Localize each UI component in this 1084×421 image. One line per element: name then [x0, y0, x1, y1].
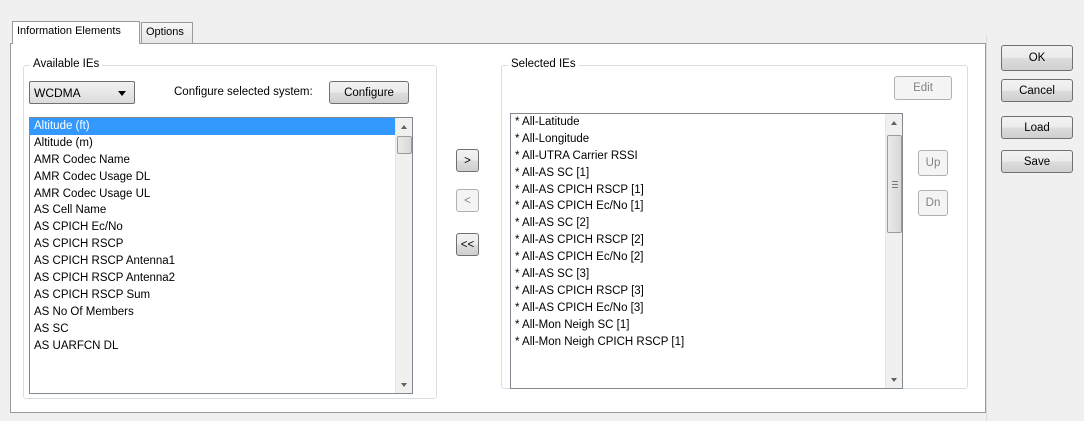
list-item[interactable]: AMR Codec Name [30, 152, 412, 169]
list-item[interactable]: AS CPICH Ec/No [30, 219, 412, 236]
list-item[interactable]: * All-Mon Neigh CPICH RSCP [1] [511, 334, 902, 351]
list-item[interactable]: AS CPICH RSCP [30, 236, 412, 253]
remove-all-ies-button[interactable]: << [456, 233, 479, 256]
tab-information-elements[interactable]: Information Elements [12, 21, 140, 44]
chevron-down-icon [118, 91, 126, 96]
selected-ies-group: Selected IEs Edit * All-Latitude * All-Lo… [501, 58, 968, 389]
list-item[interactable]: AS UARFCN DL [30, 338, 412, 355]
arrow-down-icon[interactable] [886, 371, 902, 388]
configure-label: Configure selected system: [174, 86, 313, 98]
ok-button[interactable]: OK [1001, 45, 1073, 71]
configure-button[interactable]: Configure [329, 81, 409, 104]
list-item[interactable]: * All-AS CPICH Ec/No [2] [511, 249, 902, 266]
move-down-button[interactable]: Dn [918, 190, 948, 216]
selected-ies-list[interactable]: * All-Latitude * All-Longitude * All-UTRA … [510, 113, 903, 389]
list-item[interactable]: Altitude (ft) [30, 118, 412, 135]
grip-icon [892, 181, 898, 188]
list-item[interactable]: * All-AS SC [2] [511, 215, 902, 232]
scroll-thumb[interactable] [397, 136, 412, 154]
list-item[interactable]: AS No Of Members [30, 304, 412, 321]
available-ies-title: Available IEs [30, 58, 103, 70]
list-item[interactable]: * All-AS SC [1] [511, 165, 902, 182]
selected-list-scrollbar[interactable] [885, 114, 902, 388]
arrow-up-icon[interactable] [886, 114, 902, 131]
load-button[interactable]: Load [1001, 116, 1073, 139]
list-item[interactable]: * All-AS CPICH Ec/No [3] [511, 300, 902, 317]
tab-options[interactable]: Options [141, 22, 193, 43]
list-item[interactable]: AS Cell Name [30, 202, 412, 219]
system-select[interactable]: WCDMA [29, 81, 135, 104]
available-ies-list[interactable]: Altitude (ft) Altitude (m) AMR Codec Name A… [29, 117, 413, 394]
selected-ies-items: * All-Latitude * All-Longitude * All-UTRA … [511, 114, 902, 350]
list-item[interactable]: AMR Codec Usage DL [30, 169, 412, 186]
available-ies-items: Altitude (ft) Altitude (m) AMR Codec Name A… [30, 118, 412, 354]
list-item[interactable]: AMR Codec Usage UL [30, 186, 412, 203]
list-item[interactable]: * All-AS SC [3] [511, 266, 902, 283]
list-item[interactable]: * All-AS CPICH Ec/No [1] [511, 198, 902, 215]
list-item[interactable]: * All-AS CPICH RSCP [2] [511, 232, 902, 249]
cancel-button[interactable]: Cancel [1001, 79, 1073, 102]
list-item[interactable]: * All-UTRA Carrier RSSI [511, 148, 902, 165]
list-item[interactable]: * All-AS CPICH RSCP [3] [511, 283, 902, 300]
list-item[interactable]: Altitude (m) [30, 135, 412, 152]
list-item[interactable]: * All-Latitude [511, 114, 902, 131]
list-item[interactable]: AS CPICH RSCP Antenna2 [30, 270, 412, 287]
selected-ies-title: Selected IEs [508, 58, 579, 70]
list-item[interactable]: AS SC [30, 321, 412, 338]
list-item[interactable]: AS CPICH RSCP Antenna1 [30, 253, 412, 270]
available-list-scrollbar[interactable] [395, 118, 412, 393]
arrow-up-icon[interactable] [396, 118, 412, 135]
scroll-thumb[interactable] [887, 135, 902, 233]
system-select-value: WCDMA [34, 85, 81, 100]
list-item[interactable]: AS CPICH RSCP Sum [30, 287, 412, 304]
tab-panel: Available IEs WCDMA Configure selected s… [10, 43, 986, 413]
arrow-down-icon[interactable] [396, 376, 412, 393]
remove-ie-button[interactable]: < [456, 189, 479, 212]
move-up-button[interactable]: Up [918, 150, 948, 176]
add-ie-button[interactable]: > [456, 149, 479, 172]
list-item[interactable]: * All-Longitude [511, 131, 902, 148]
available-ies-group: Available IEs WCDMA Configure selected s… [23, 58, 437, 399]
list-item[interactable]: * All-Mon Neigh SC [1] [511, 317, 902, 334]
save-button[interactable]: Save [1001, 150, 1073, 173]
list-item[interactable]: * All-AS CPICH RSCP [1] [511, 182, 902, 199]
edit-button[interactable]: Edit [894, 76, 952, 100]
